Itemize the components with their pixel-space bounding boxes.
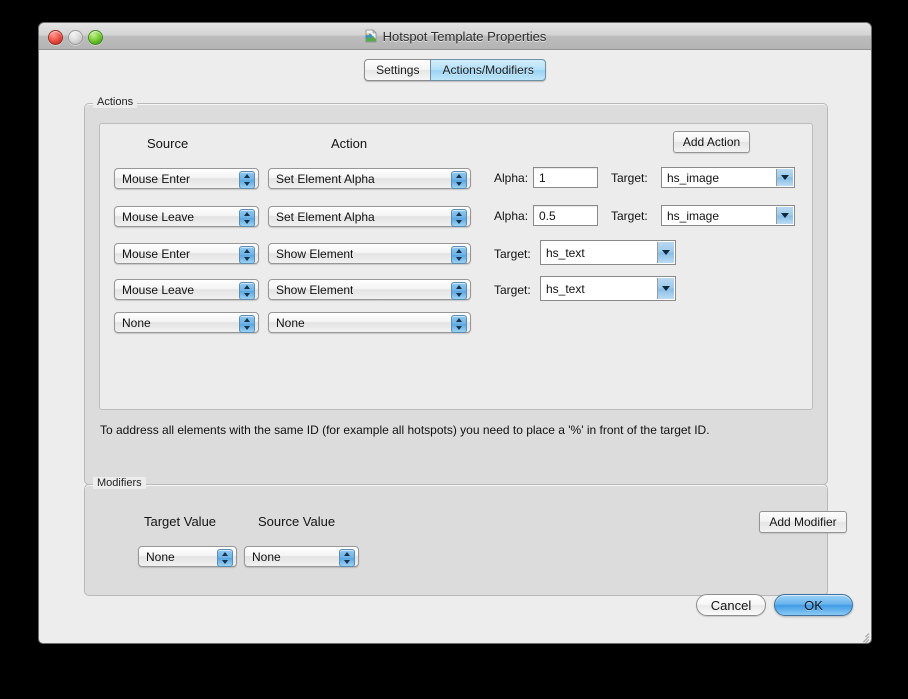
action-row-2-source-value: Mouse Enter bbox=[122, 246, 191, 261]
action-row-3-source-popup[interactable]: Mouse Leave bbox=[114, 279, 259, 300]
desktop-background: Hotspot Template Properties Settings Act… bbox=[0, 0, 908, 699]
action-row-0-alpha-value: 1 bbox=[539, 170, 546, 185]
modifier-row-0-target-value: None bbox=[146, 549, 175, 564]
action-row-0-alpha-input[interactable]: 1 bbox=[533, 167, 598, 188]
action-row-1-source-value: Mouse Leave bbox=[122, 209, 195, 224]
stepper-arrows-icon[interactable] bbox=[239, 246, 255, 264]
action-row-2-action-popup[interactable]: Show Element bbox=[268, 243, 471, 264]
stepper-arrows-icon[interactable] bbox=[217, 549, 233, 567]
action-row-2-target-label: Target: bbox=[494, 247, 531, 261]
action-row-4-source-popup[interactable]: None bbox=[114, 312, 259, 333]
modifiers-group: Modifiers Target Value Source Value Add … bbox=[84, 477, 847, 596]
action-row-2-target-value: hs_text bbox=[546, 245, 585, 260]
chevron-down-icon[interactable] bbox=[657, 278, 674, 299]
zoom-button[interactable] bbox=[88, 30, 103, 45]
resize-grip[interactable] bbox=[856, 628, 870, 643]
action-row-1-alpha-label: Alpha: bbox=[494, 209, 529, 223]
action-row-1-alpha-input[interactable]: 0.5 bbox=[533, 205, 598, 226]
action-row-3-source-value: Mouse Leave bbox=[122, 282, 195, 297]
stepper-arrows-icon[interactable] bbox=[451, 209, 467, 227]
column-header-target-value: Target Value bbox=[144, 514, 217, 529]
chevron-down-icon[interactable] bbox=[657, 242, 674, 263]
modifier-row-0-target-popup[interactable]: None bbox=[138, 546, 237, 567]
stepper-arrows-icon[interactable] bbox=[451, 171, 467, 189]
chevron-down-icon[interactable] bbox=[776, 207, 793, 224]
stepper-arrows-icon[interactable] bbox=[451, 282, 467, 300]
action-row-3-action-popup[interactable]: Show Element bbox=[268, 279, 471, 300]
action-row-0-action-popup[interactable]: Set Element Alpha bbox=[268, 168, 471, 189]
action-row-1-action-value: Set Element Alpha bbox=[276, 209, 375, 224]
chevron-down-icon[interactable] bbox=[776, 169, 793, 186]
add-action-button[interactable]: Add Action bbox=[673, 131, 750, 153]
action-row-0-action-value: Set Element Alpha bbox=[276, 171, 375, 186]
action-row-1-alpha-value: 0.5 bbox=[539, 208, 556, 223]
action-row-2-action-value: Show Element bbox=[276, 246, 354, 261]
action-row-1-source-popup[interactable]: Mouse Leave bbox=[114, 206, 259, 227]
action-row-0-target-combo[interactable]: hs_image bbox=[661, 167, 795, 188]
add-modifier-button[interactable]: Add Modifier bbox=[759, 511, 847, 533]
ok-button[interactable]: OK bbox=[774, 594, 853, 616]
action-row-3-target-combo[interactable]: hs_text bbox=[540, 276, 676, 301]
action-row-4-action-popup[interactable]: None bbox=[268, 312, 471, 333]
modifier-row-0-source-value: None bbox=[252, 549, 281, 564]
modifiers-group-label: Modifiers bbox=[93, 477, 146, 489]
actions-hint-text: To address all elements with the same ID… bbox=[100, 423, 710, 437]
tab-settings[interactable]: Settings bbox=[364, 59, 431, 81]
stepper-arrows-icon[interactable] bbox=[239, 171, 255, 189]
dialog-window: Hotspot Template Properties Settings Act… bbox=[38, 22, 872, 644]
action-row-4-action-value: None bbox=[276, 315, 305, 330]
stepper-arrows-icon[interactable] bbox=[339, 549, 355, 567]
modifier-row-0-source-popup[interactable]: None bbox=[244, 546, 359, 567]
action-row-1-target-label: Target: bbox=[611, 209, 648, 223]
stepper-arrows-icon[interactable] bbox=[239, 209, 255, 227]
stepper-arrows-icon[interactable] bbox=[451, 315, 467, 333]
column-header-source: Source bbox=[147, 136, 189, 151]
column-header-action: Action bbox=[331, 136, 368, 151]
action-row-0-source-popup[interactable]: Mouse Enter bbox=[114, 168, 259, 189]
stepper-arrows-icon[interactable] bbox=[239, 282, 255, 300]
action-row-0-target-label: Target: bbox=[611, 171, 648, 185]
tab-actions-modifiers[interactable]: Actions/Modifiers bbox=[430, 59, 546, 81]
actions-group: Actions Source Action Add Action Mouse E… bbox=[84, 96, 828, 485]
actions-group-label: Actions bbox=[93, 96, 138, 108]
action-row-1-target-value: hs_image bbox=[667, 208, 720, 223]
action-row-3-action-value: Show Element bbox=[276, 282, 354, 297]
action-row-1-action-popup[interactable]: Set Element Alpha bbox=[268, 206, 471, 227]
window-titlebar[interactable]: Hotspot Template Properties bbox=[39, 23, 871, 50]
minimize-button[interactable] bbox=[68, 30, 83, 45]
stepper-arrows-icon[interactable] bbox=[451, 246, 467, 264]
app-document-icon bbox=[364, 29, 378, 43]
close-button[interactable] bbox=[48, 30, 63, 45]
tab-bar: Settings Actions/Modifiers bbox=[39, 59, 871, 81]
column-header-source-value: Source Value bbox=[258, 514, 336, 529]
window-title-group: Hotspot Template Properties bbox=[39, 23, 871, 49]
action-row-1-target-combo[interactable]: hs_image bbox=[661, 205, 795, 226]
action-row-2-source-popup[interactable]: Mouse Enter bbox=[114, 243, 259, 264]
stepper-arrows-icon[interactable] bbox=[239, 315, 255, 333]
action-row-0-alpha-label: Alpha: bbox=[494, 171, 529, 185]
action-row-3-target-label: Target: bbox=[494, 283, 531, 297]
cancel-button[interactable]: Cancel bbox=[696, 594, 766, 616]
actions-list-panel: Source Action Add Action Mouse Enter Set… bbox=[99, 123, 813, 410]
window-title: Hotspot Template Properties bbox=[382, 28, 547, 44]
action-row-3-target-value: hs_text bbox=[546, 281, 585, 296]
action-row-0-target-value: hs_image bbox=[667, 170, 720, 185]
action-row-0-source-value: Mouse Enter bbox=[122, 171, 191, 186]
action-row-2-target-combo[interactable]: hs_text bbox=[540, 240, 676, 265]
action-row-4-source-value: None bbox=[122, 315, 151, 330]
